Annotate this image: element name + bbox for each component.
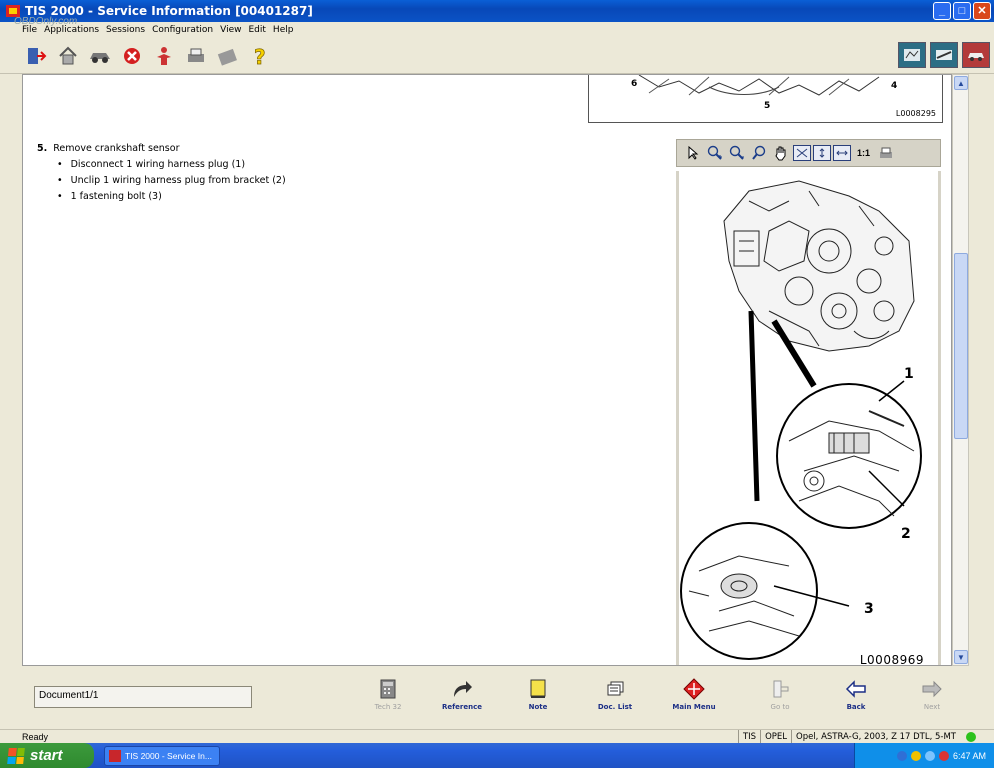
callout-4: 4 <box>891 81 898 91</box>
tray-shield-icon[interactable] <box>910 750 921 761</box>
note-icon <box>527 678 549 700</box>
taskbar: start TIS 2000 - Service In... 6:47 AM <box>0 743 994 768</box>
step-number: 5. <box>37 143 48 154</box>
engine-diagram: 1 2 3 L0008969 <box>676 171 941 666</box>
status-bar: Ready TIS OPEL Opel, ASTRA-G, 2003, Z 17… <box>0 729 994 744</box>
main-menu-icon <box>683 678 705 700</box>
step-bullets: Disconnect 1 wiring harness plug (1) Unc… <box>57 159 286 207</box>
menu-configuration[interactable]: Configuration <box>152 25 213 35</box>
tools-icon[interactable] <box>930 42 958 68</box>
exit-icon[interactable] <box>22 42 50 70</box>
toolbar: ? <box>0 38 994 74</box>
menu-edit[interactable]: Edit <box>248 25 265 35</box>
menu-help[interactable]: Help <box>273 25 294 35</box>
fit-width-icon[interactable] <box>833 145 851 161</box>
repair-icon[interactable] <box>214 42 242 70</box>
step-heading: 5. Remove crankshaft sensor <box>37 143 179 154</box>
magnifier-icon[interactable] <box>749 144 769 162</box>
tray-alert-icon[interactable] <box>938 750 949 761</box>
tech32-button[interactable]: Tech 32 <box>358 678 418 711</box>
pan-icon[interactable] <box>771 144 791 162</box>
scale-label[interactable]: 1:1 <box>857 148 870 158</box>
reference-arrow-icon <box>451 678 473 700</box>
zoom-out-icon[interactable] <box>727 144 747 162</box>
doc-list-icon <box>604 678 626 700</box>
previous-figure: 6 5 4 L0008295 <box>588 75 943 123</box>
next-arrow-icon <box>921 678 943 700</box>
taskbar-item-tis[interactable]: TIS 2000 - Service In... <box>104 745 220 766</box>
close-button[interactable]: ✕ <box>973 2 991 20</box>
next-button[interactable]: Next <box>902 678 962 711</box>
viewer-print-icon[interactable] <box>876 144 896 162</box>
tray-network-icon[interactable] <box>924 750 935 761</box>
menu-sessions[interactable]: Sessions <box>106 25 145 35</box>
person-icon[interactable] <box>150 42 178 70</box>
title-bar: TIS 2000 - Service Information [00401287… <box>0 0 994 22</box>
list-item: Disconnect 1 wiring harness plug (1) <box>57 159 286 175</box>
figure-code-top: L0008295 <box>895 109 936 118</box>
goto-button[interactable]: Go to <box>750 678 810 711</box>
navigation-bar: Document1/1 Tech 32 Reference Note Doc. … <box>22 668 972 730</box>
doc-list-button[interactable]: Doc. List <box>585 678 645 711</box>
callout-2: 2 <box>901 526 911 542</box>
list-item: 1 fastening bolt (3) <box>57 191 286 207</box>
callout-3: 3 <box>864 601 874 617</box>
svg-text:?: ? <box>254 45 266 67</box>
callout-1: 1 <box>904 366 914 382</box>
scroll-down-icon[interactable]: ▼ <box>954 650 968 664</box>
viewer-toolbar: 1:1 <box>676 139 941 167</box>
scroll-thumb[interactable] <box>954 253 968 439</box>
system-tray: 6:47 AM <box>854 743 994 768</box>
watermark: OBDOnly.com <box>14 16 78 27</box>
calculator-icon <box>377 678 399 700</box>
goto-icon <box>769 678 791 700</box>
step-title: Remove crankshaft sensor <box>53 143 180 154</box>
connection-status-icon <box>966 732 976 742</box>
reference-button[interactable]: Reference <box>432 678 492 711</box>
figure-code: L0008969 <box>859 653 924 666</box>
start-button[interactable]: start <box>0 743 94 768</box>
vehicle-data-icon[interactable] <box>898 42 926 68</box>
callout-6: 6 <box>631 79 638 89</box>
fit-page-icon[interactable] <box>793 145 811 161</box>
menu-view[interactable]: View <box>220 25 241 35</box>
pointer-icon[interactable] <box>683 144 703 162</box>
zoom-in-icon[interactable] <box>705 144 725 162</box>
vertical-scrollbar[interactable]: ▲ ▼ <box>952 74 969 666</box>
main-menu-button[interactable]: Main Menu <box>664 678 724 711</box>
back-arrow-icon <box>845 678 867 700</box>
minimize-button[interactable]: _ <box>933 2 951 20</box>
windows-logo-icon <box>7 747 25 764</box>
back-button[interactable]: Back <box>826 678 886 711</box>
status-text: Ready <box>22 731 49 742</box>
maximize-button[interactable]: □ <box>953 2 971 20</box>
help-icon[interactable]: ? <box>246 42 274 70</box>
scroll-up-icon[interactable]: ▲ <box>954 76 968 90</box>
document-field[interactable]: Document1/1 <box>34 686 252 708</box>
tis-taskbar-icon <box>109 749 121 762</box>
print-icon[interactable] <box>182 42 210 70</box>
list-item: Unclip 1 wiring harness plug from bracke… <box>57 175 286 191</box>
note-button[interactable]: Note <box>508 678 568 711</box>
fit-height-icon[interactable] <box>813 145 831 161</box>
tray-arrow-icon[interactable] <box>896 750 907 761</box>
home-icon[interactable] <box>54 42 82 70</box>
car-config-icon[interactable] <box>962 42 990 68</box>
status-vehicle: Opel, ASTRA-G, 2003, Z 17 DTL, 5-MT <box>791 730 960 744</box>
clock: 6:47 AM <box>952 750 986 761</box>
car-icon[interactable] <box>86 42 114 70</box>
status-brand: OPEL <box>760 730 791 744</box>
menu-bar: File Applications Sessions Configuration… <box>0 22 994 38</box>
callout-5: 5 <box>764 101 771 111</box>
status-app: TIS <box>737 730 760 744</box>
image-viewer: 1:1 1 2 3 L0008969 <box>676 139 941 666</box>
stop-icon[interactable] <box>118 42 146 70</box>
document-area: 6 5 4 L0008295 5. Remove crankshaft senso… <box>22 74 952 666</box>
